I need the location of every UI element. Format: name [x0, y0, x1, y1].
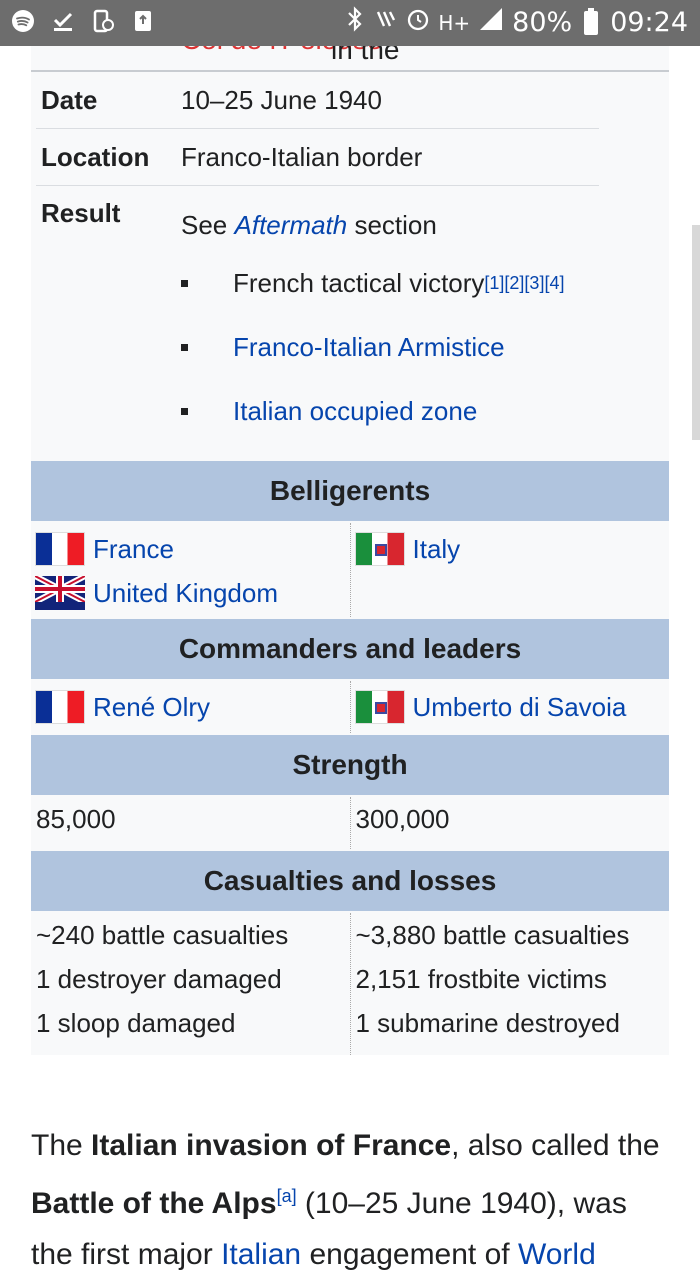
belligerents-right: Italy [349, 523, 670, 617]
download-done-icon [50, 8, 76, 34]
casualty-item: 2,151 frostbite victims [355, 963, 607, 994]
intro-text: , also called the [451, 1129, 660, 1162]
casualties-header: Casualties and losses [31, 851, 669, 911]
uk-flag-icon [35, 576, 85, 610]
strength-italy: 300,000 [355, 803, 450, 834]
infobox: action in the Col de l'Pelouse Date 10–2… [31, 46, 669, 1055]
article-intro: The Italian invasion of France, also cal… [31, 1120, 671, 1280]
location-value: Franco-Italian border [181, 141, 423, 172]
intro-text: (10–25 June 1940), was [296, 1187, 627, 1220]
belligerent-italy: Italy [351, 527, 670, 571]
bullet-icon [181, 280, 188, 287]
commanders-right: Umberto di Savoia [349, 681, 670, 733]
system-indicators: H+ 80% 09:24 [344, 6, 688, 39]
casualty-item: 1 destroyer damaged [36, 963, 282, 994]
result-see-prefix: See [181, 210, 235, 240]
italy-flag-icon [354, 532, 405, 566]
france-flag-icon [35, 690, 85, 724]
bluetooth-icon [344, 6, 366, 39]
intro-text: the first major [31, 1238, 222, 1271]
date-row: Date 10–25 June 1940 [36, 72, 599, 129]
armistice-link[interactable]: Franco-Italian Armistice [233, 332, 505, 363]
france-flag-icon [35, 532, 85, 566]
result-see: See Aftermath section [181, 210, 437, 241]
result-item: Italian occupied zone [181, 396, 477, 427]
intro-paragraph: The Italian invasion of France, also cal… [31, 1120, 671, 1280]
phone-sync-icon [90, 8, 116, 34]
belligerent-uk: United Kingdom [31, 571, 350, 615]
france-link[interactable]: France [93, 534, 174, 565]
nfc-icon [374, 6, 398, 39]
network-type: H+ [438, 10, 471, 35]
date-label: Date [41, 84, 98, 115]
commanders-header: Commanders and leaders [31, 619, 669, 679]
result-label: Result [41, 198, 121, 228]
casualties-left: ~240 battle casualties 1 destroyer damag… [31, 913, 350, 1055]
italy-link[interactable]: Italy [413, 534, 461, 565]
infobox-caption-cutoff: action in the Col de l'Pelouse [31, 46, 669, 72]
intro-text: The [31, 1129, 92, 1162]
commanders-left: René Olry [31, 681, 350, 733]
alarm-icon [406, 6, 430, 39]
recycle-icon [130, 8, 156, 34]
battery-icon [584, 7, 599, 35]
strength-left: 85,000 [31, 797, 350, 849]
result-row: Result See Aftermath section French tact… [31, 186, 669, 459]
intro-bold-title: Italian invasion of France [91, 1129, 452, 1162]
casualties-right: ~3,880 battle casualties 2,151 frostbite… [349, 913, 670, 1055]
result-item-text: French tactical victory [233, 268, 485, 298]
result-item: Franco-Italian Armistice [181, 332, 505, 363]
strength-france: 85,000 [36, 803, 116, 834]
bullet-icon [181, 344, 188, 351]
strength-right: 300,000 [349, 797, 670, 849]
italy-flag-icon [354, 690, 405, 724]
casualty-item: 1 sloop damaged [36, 1007, 236, 1038]
citation-links[interactable]: [1][2][3][4] [484, 273, 564, 294]
caption-text: action in the [331, 46, 400, 65]
olry-link[interactable]: René Olry [93, 692, 210, 723]
world-war-link[interactable]: World [518, 1238, 596, 1271]
savoia-link[interactable]: Umberto di Savoia [413, 692, 627, 723]
casualty-item: ~240 battle casualties [36, 919, 289, 950]
location-label: Location [41, 141, 150, 172]
battery-percent: 80% [512, 7, 573, 38]
occupied-zone-link[interactable]: Italian occupied zone [233, 396, 477, 427]
aftermath-link[interactable]: Aftermath [235, 210, 348, 240]
commanders-row: René Olry Umberto di Savoia [31, 681, 669, 733]
casualty-item: 1 submarine destroyed [355, 1007, 620, 1038]
commander-italy: Umberto di Savoia [351, 685, 670, 729]
clock: 09:24 [610, 7, 688, 38]
casualty-item: ~3,880 battle casualties [355, 919, 630, 950]
belligerents-row: France United Kingdom Italy [31, 523, 669, 617]
location-row: Location Franco-Italian border [36, 129, 599, 186]
belligerents-left: France United Kingdom [31, 523, 350, 617]
strength-header: Strength [31, 735, 669, 795]
casualties-row: ~240 battle casualties 1 destroyer damag… [31, 913, 669, 1055]
commander-france: René Olry [31, 685, 350, 729]
signal-icon [478, 6, 504, 39]
note-link[interactable]: [a] [277, 1186, 297, 1206]
notification-icons [10, 8, 156, 34]
result-see-suffix: section [347, 210, 437, 240]
intro-bold-alt-title: Battle of the Alps [31, 1187, 277, 1220]
intro-text: engagement of [301, 1238, 518, 1271]
uk-link[interactable]: United Kingdom [93, 578, 278, 609]
scrollbar[interactable] [692, 225, 700, 440]
belligerents-header: Belligerents [31, 461, 669, 521]
bullet-icon [181, 408, 188, 415]
result-item: French tactical victory [1][2][3][4] [181, 268, 564, 299]
spotify-icon [10, 8, 36, 34]
strength-row: 85,000 300,000 [31, 797, 669, 849]
italian-link[interactable]: Italian [221, 1238, 301, 1271]
status-bar: H+ 80% 09:24 [0, 0, 700, 46]
date-value: 10–25 June 1940 [181, 84, 382, 115]
belligerent-france: France [31, 527, 350, 571]
